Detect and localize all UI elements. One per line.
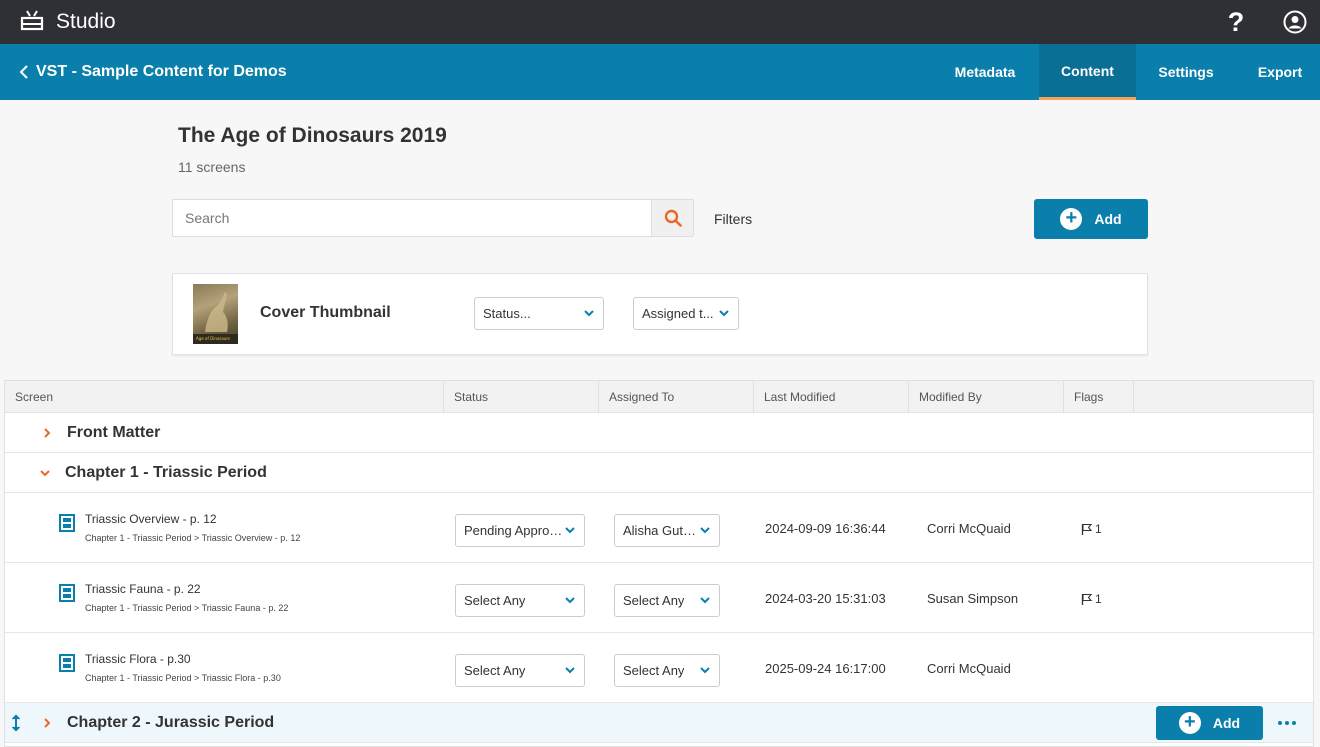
search-box [172, 199, 694, 237]
flag-icon [1081, 593, 1093, 605]
add-button[interactable]: + Add [1034, 199, 1148, 239]
page-title: The Age of Dinosaurs 2019 [178, 124, 447, 147]
screen-title[interactable]: Triassic Overview - p. 12 [85, 512, 217, 526]
col-modified-by[interactable]: Modified By [909, 381, 1064, 413]
screen-title[interactable]: Triassic Fauna - p. 22 [85, 582, 201, 596]
back-link[interactable]: VST - Sample Content for Demos [18, 44, 287, 100]
col-last-modified[interactable]: Last Modified [754, 381, 909, 413]
status-value: Pending Approv... [464, 523, 564, 538]
screen-count: 11 screens [178, 159, 246, 175]
plus-circle-icon: + [1178, 712, 1201, 734]
cover-assigned-select[interactable]: Assigned t... [633, 297, 739, 330]
group-row-front-matter[interactable]: Front Matter [5, 413, 1313, 453]
chevron-down-icon [700, 597, 710, 604]
plus-circle-icon: + [1060, 208, 1083, 230]
screen-title[interactable]: Triassic Flora - p.30 [85, 652, 191, 666]
filters-link[interactable]: Filters [714, 211, 752, 227]
assigned-select[interactable]: Alisha Guth... [614, 514, 720, 547]
cover-status-value: Status... [483, 306, 531, 321]
tab-export[interactable]: Export [1240, 44, 1320, 100]
search-button[interactable] [651, 200, 693, 236]
flags[interactable]: 1 [1081, 522, 1102, 536]
assigned-value: Select Any [623, 593, 685, 608]
chevron-down-icon [565, 667, 575, 674]
cover-title: Cover Thumbnail [260, 304, 391, 321]
cover-image: Age of Dinosaurs [193, 284, 238, 344]
table-row[interactable]: Triassic Overview - p. 12 Chapter 1 - Tr… [5, 493, 1313, 563]
cover-status-select[interactable]: Status... [474, 297, 604, 330]
col-status[interactable]: Status [444, 381, 599, 413]
group-title: Front Matter [67, 424, 161, 441]
screen-icon [59, 654, 75, 672]
status-value: Select Any [464, 593, 526, 608]
assigned-select[interactable]: Select Any [614, 654, 720, 687]
tab-metadata[interactable]: Metadata [935, 44, 1035, 100]
group-row-chapter-1[interactable]: Chapter 1 - Triassic Period [5, 453, 1313, 493]
last-modified: 2024-03-20 15:31:03 [765, 591, 886, 606]
tv-logo-icon [20, 10, 44, 31]
modified-by: Corri McQuaid [927, 661, 1011, 676]
group-title: Chapter 1 - Triassic Period [65, 464, 267, 481]
flag-count: 1 [1095, 522, 1102, 536]
assigned-select[interactable]: Select Any [614, 584, 720, 617]
search-input[interactable] [173, 200, 651, 236]
status-select[interactable]: Select Any [455, 584, 585, 617]
chevron-down-icon [700, 667, 710, 674]
flag-count: 1 [1095, 592, 1102, 606]
last-modified: 2025-09-24 16:17:00 [765, 661, 886, 676]
status-select[interactable]: Select Any [455, 654, 585, 687]
table-header: Screen Status Assigned To Last Modified … [5, 381, 1313, 413]
chevron-down-icon [719, 310, 729, 317]
screens-table: Screen Status Assigned To Last Modified … [4, 380, 1314, 747]
add-screen-label: Add [1212, 715, 1241, 731]
table-row[interactable]: Triassic Flora - p.30 Chapter 1 - Triass… [5, 633, 1313, 703]
screen-path: Chapter 1 - Triassic Period > Triassic F… [85, 603, 289, 613]
chevron-down-icon[interactable] [39, 467, 51, 479]
search-icon [664, 209, 682, 227]
col-screen[interactable]: Screen [5, 381, 444, 413]
table-row[interactable]: Triassic Fauna - p. 22 Chapter 1 - Trias… [5, 563, 1313, 633]
user-circle-icon[interactable] [1283, 10, 1307, 34]
help-icon[interactable]: ? [1223, 6, 1249, 38]
project-title: VST - Sample Content for Demos [36, 63, 287, 80]
group-title: Chapter 2 - Jurassic Period [67, 714, 275, 731]
chevron-left-icon [19, 65, 28, 79]
tab-settings[interactable]: Settings [1140, 44, 1232, 100]
last-modified: 2024-09-09 16:36:44 [765, 521, 886, 536]
chevron-down-icon [565, 597, 575, 604]
chevron-right-icon[interactable] [41, 717, 53, 729]
project-header: VST - Sample Content for Demos Metadata … [0, 44, 1320, 100]
screen-icon [59, 514, 75, 532]
col-assigned-to[interactable]: Assigned To [599, 381, 754, 413]
assigned-value: Select Any [623, 663, 685, 678]
add-button-label: Add [1094, 211, 1122, 227]
chevron-down-icon [700, 527, 710, 534]
cover-thumbnail-card: Age of Dinosaurs Cover Thumbnail Status.… [172, 273, 1148, 355]
flags[interactable]: 1 [1081, 592, 1102, 606]
group-row-chapter-2[interactable]: Chapter 2 - Jurassic Period + Add [5, 703, 1313, 743]
cover-assigned-value: Assigned t... [642, 306, 714, 321]
svg-text:Age of Dinosaurs: Age of Dinosaurs [196, 336, 230, 341]
tab-content[interactable]: Content [1039, 44, 1136, 100]
more-icon[interactable] [1275, 715, 1299, 731]
top-bar: Studio ? [0, 0, 1320, 44]
flag-icon [1081, 523, 1093, 535]
chevron-right-icon[interactable] [41, 427, 53, 439]
drag-handle-icon[interactable] [9, 714, 23, 732]
modified-by: Susan Simpson [927, 591, 1019, 606]
modified-by: Corri McQuaid [927, 521, 1011, 536]
app-title: Studio [56, 10, 116, 33]
screen-icon [59, 584, 75, 602]
screen-path: Chapter 1 - Triassic Period > Triassic F… [85, 673, 281, 683]
status-value: Select Any [464, 663, 526, 678]
add-screen-button[interactable]: + Add [1156, 706, 1263, 740]
status-select[interactable]: Pending Approv... [455, 514, 585, 547]
col-flags[interactable]: Flags [1064, 381, 1134, 413]
screen-path: Chapter 1 - Triassic Period > Triassic O… [85, 533, 301, 543]
chevron-down-icon [565, 527, 575, 534]
assigned-value: Alisha Guth... [623, 523, 699, 538]
chevron-down-icon [584, 310, 594, 317]
